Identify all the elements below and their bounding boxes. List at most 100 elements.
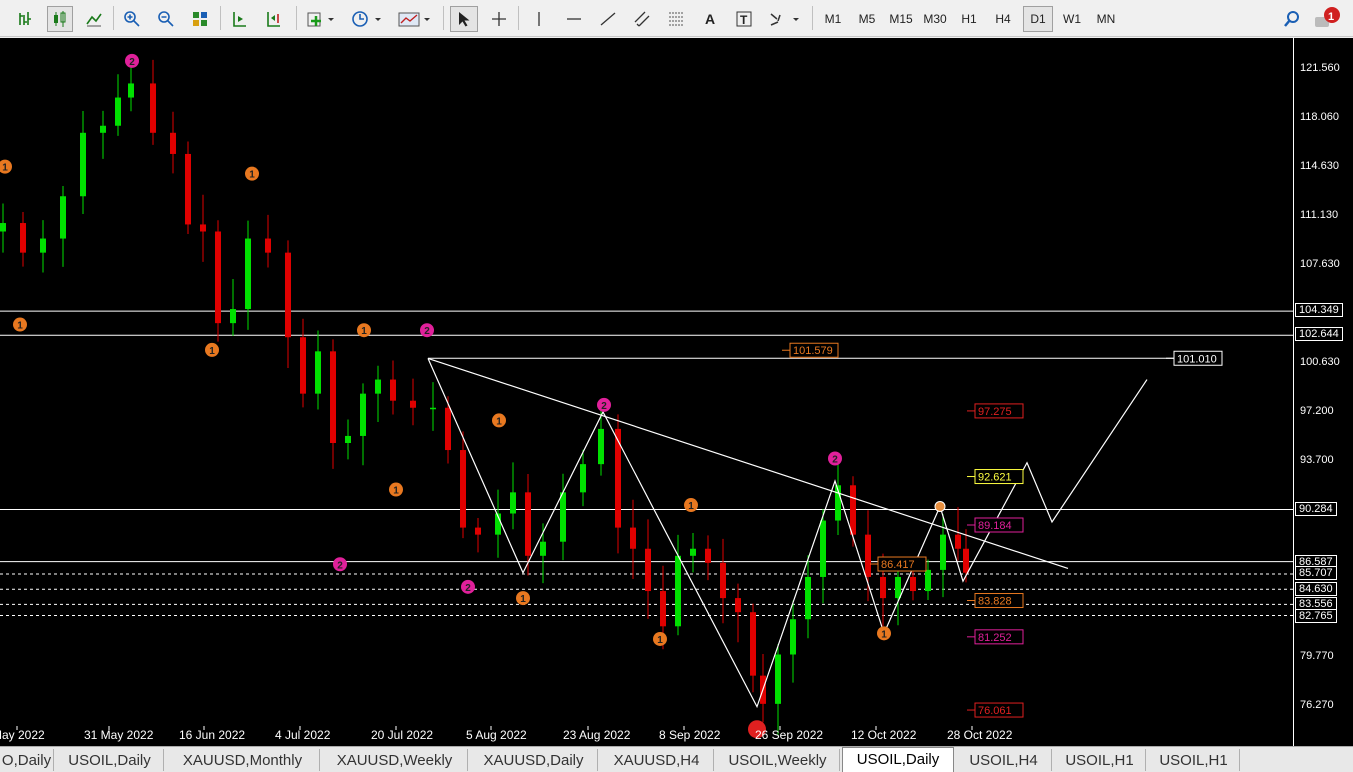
crosshair-icon[interactable] (486, 6, 512, 32)
chart-tab-active[interactable]: USOIL,Daily (842, 747, 954, 772)
chart-tab[interactable]: USOIL,Daily (56, 749, 164, 771)
svg-text:1: 1 (657, 635, 663, 646)
chart-tab[interactable]: USOIL,H1 (1148, 749, 1240, 771)
bull-candle (940, 534, 946, 570)
bear-candle (330, 351, 336, 443)
price-axis-label: 107.630 (1300, 258, 1340, 270)
chart-tab[interactable]: O,Daily (0, 749, 54, 771)
tile-windows-icon[interactable] (188, 6, 212, 32)
bear-candle (265, 238, 271, 253)
indicators-icon[interactable] (303, 6, 339, 32)
chart-tab[interactable]: USOIL,H1 (1054, 749, 1146, 771)
timeframe-d1-button[interactable]: D1 (1023, 6, 1053, 32)
timeframe-m15-button[interactable]: M15 (886, 6, 916, 32)
chart-tab[interactable]: USOIL,Weekly (716, 749, 840, 771)
timeframe-h1-button[interactable]: H1 (954, 6, 984, 32)
price-axis-label: 104.349 (1295, 303, 1343, 317)
zoom-in-icon[interactable] (120, 6, 144, 32)
bear-candle (865, 534, 871, 577)
bear-candle (390, 379, 396, 401)
price-axis-label: 121.560 (1300, 61, 1340, 74)
price-axis-label: 114.630 (1300, 160, 1339, 172)
periods-icon[interactable] (348, 6, 386, 32)
chart-tab[interactable]: XAUUSD,Monthly (166, 749, 320, 771)
level-price-label: 92.621 (967, 469, 1024, 485)
price-axis-label: 79.770 (1300, 650, 1334, 662)
level-price-label: 97.275 (967, 403, 1024, 419)
timeframe-m1-button[interactable]: M1 (818, 6, 848, 32)
time-axis-label: 12 Oct 2022 (851, 728, 917, 742)
bear-candle (880, 576, 886, 599)
wave-label-1: 1 (0, 159, 12, 174)
bull-candle (40, 238, 46, 253)
chart-tab[interactable]: XAUUSD,Weekly (322, 749, 468, 771)
wave-label-1: 1 (492, 413, 506, 428)
metatrader-window: A T M1 M5 M15 M30 H1 H4 D1 W1 MN 1 12111… (0, 0, 1353, 772)
bull-candle (820, 520, 826, 577)
cursor-icon[interactable] (450, 6, 478, 32)
svg-text:101.010: 101.010 (1177, 353, 1217, 365)
vertical-line-icon[interactable] (527, 6, 551, 32)
svg-text:2: 2 (424, 326, 430, 337)
svg-text:1: 1 (17, 321, 23, 332)
bear-candle (660, 591, 666, 627)
svg-text:1: 1 (393, 486, 399, 497)
candlestick-icon[interactable] (47, 6, 73, 32)
chart-shift-icon[interactable] (262, 6, 286, 32)
svg-text:2: 2 (832, 455, 838, 466)
bear-candle (910, 576, 916, 592)
bear-candle (963, 548, 969, 573)
wave-label-1: 1 (205, 342, 219, 357)
price-axis-label: 82.765 (1295, 609, 1337, 623)
wave-marker-icon (934, 500, 946, 512)
level-price-label: 101.579 (782, 342, 839, 358)
bull-candle (245, 238, 251, 310)
svg-text:1: 1 (249, 170, 255, 181)
bull-candle (775, 654, 781, 704)
chart-tab[interactable]: XAUUSD,Daily (470, 749, 598, 771)
search-icon[interactable] (1280, 6, 1304, 32)
zoom-out-icon[interactable] (154, 6, 178, 32)
timeframe-mn-button[interactable]: MN (1091, 6, 1121, 32)
price-chart[interactable]: 1 2 1 1 1 2 1 1 2 1 2 1 2 1 1 2 1 101.579 101.010 97.275 92.… (0, 38, 1293, 746)
wave-label-1: 1 (357, 323, 371, 338)
autoscroll-icon[interactable] (228, 6, 252, 32)
chart-tab[interactable]: XAUUSD,H4 (600, 749, 714, 771)
wave-label-2: 2 (461, 579, 475, 594)
bull-candle (895, 576, 901, 599)
bear-candle (20, 223, 26, 253)
text-label-icon[interactable]: T (731, 6, 757, 32)
notification-count: 1 (1328, 11, 1335, 23)
fibonacci-icon[interactable] (663, 6, 689, 32)
horizontal-line-icon[interactable] (561, 6, 587, 32)
level-price-label: 76.061 (967, 702, 1024, 718)
chart-tab[interactable]: USOIL,H4 (956, 749, 1052, 771)
timeframe-w1-button[interactable]: W1 (1057, 6, 1087, 32)
timeframe-h4-button[interactable]: H4 (988, 6, 1018, 32)
time-axis-label: 8 Sep 2022 (659, 728, 721, 742)
level-price-label: 89.184 (967, 517, 1024, 533)
bull-candle (690, 548, 696, 556)
time-axis-label: 16 Jun 2022 (179, 728, 245, 742)
timeframe-m30-button[interactable]: M30 (920, 6, 950, 32)
svg-text:2: 2 (465, 583, 471, 594)
price-axis-label: 102.644 (1295, 327, 1343, 341)
bar-chart-icon[interactable] (14, 6, 38, 32)
wave-label-2: 2 (828, 451, 842, 466)
trendline-icon[interactable] (595, 6, 621, 32)
svg-text:2: 2 (129, 57, 135, 68)
svg-text:89.184: 89.184 (978, 520, 1012, 532)
templates-icon[interactable] (395, 6, 435, 32)
bear-candle (525, 492, 531, 556)
price-axis-label: 118.060 (1300, 111, 1339, 123)
text-icon[interactable]: A (697, 6, 723, 32)
notification-icon[interactable]: 1 (1312, 6, 1342, 32)
arrows-icon[interactable] (765, 6, 805, 32)
bear-candle (735, 598, 741, 613)
svg-text:83.828: 83.828 (978, 596, 1012, 608)
level-price-label: 101.010 (1166, 350, 1223, 366)
line-chart-icon[interactable] (82, 6, 106, 32)
equidistant-channel-icon[interactable] (629, 6, 655, 32)
timeframe-m5-button[interactable]: M5 (852, 6, 882, 32)
price-axis-label: 84.630 (1295, 582, 1337, 596)
